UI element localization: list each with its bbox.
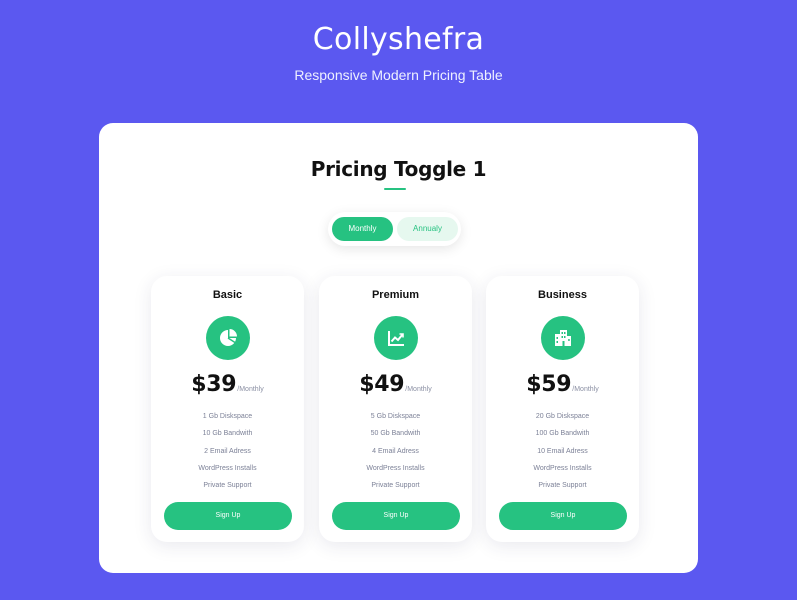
feature-item: WordPress Installs [366, 464, 425, 472]
plan-price: $59 [526, 372, 572, 397]
billing-toggle: Monthly Annualy [328, 212, 461, 246]
feature-item: 2 Email Adress [204, 447, 251, 455]
feature-item: 5 Gb Diskspace [370, 413, 421, 420]
price-row: $49/Monthly [319, 372, 472, 397]
building-icon [541, 316, 585, 360]
feature-item: 10 Email Adress [537, 447, 588, 455]
sign-up-button[interactable]: Sign Up [332, 502, 460, 530]
feature-item: WordPress Installs [533, 464, 592, 472]
site-subtitle: Responsive Modern Pricing Table [294, 67, 503, 83]
plan-period: /Monthly [237, 386, 264, 393]
sign-up-button[interactable]: Sign Up [164, 502, 292, 530]
plan-price: $39 [191, 372, 237, 397]
pricing-panel: Pricing Toggle 1 Monthly Annualy Basic $… [99, 123, 698, 573]
feature-item: Private Support [203, 482, 252, 490]
feature-item: Private Support [538, 482, 587, 490]
feature-item: 100 Gb Bandwith [535, 430, 590, 438]
plan-name: Business [538, 289, 587, 301]
plan-name: Basic [212, 289, 243, 301]
sign-up-button[interactable]: Sign Up [499, 502, 627, 530]
plan-period: /Monthly [572, 386, 599, 393]
pricing-card-premium: Premium $49/Monthly 5 Gb Diskspace 50 Gb… [319, 276, 472, 542]
feature-item: 1 Gb Diskspace [202, 413, 253, 420]
feature-item: 10 Gb Bandwith [202, 430, 253, 438]
toggle-annually-button[interactable]: Annualy [397, 217, 458, 241]
title-underline [384, 188, 406, 190]
price-row: $39/Monthly [151, 372, 304, 397]
plan-price: $49 [359, 372, 405, 397]
feature-list: 20 Gb Diskspace 100 Gb Bandwith 10 Email… [486, 408, 639, 494]
plan-period: /Monthly [405, 386, 432, 393]
trending-chart-icon [374, 316, 418, 360]
site-title: Collyshefra [312, 22, 485, 57]
feature-list: 5 Gb Diskspace 50 Gb Bandwith 4 Email Ad… [319, 408, 472, 494]
feature-item: 4 Email Adress [372, 447, 419, 455]
feature-list: 1 Gb Diskspace 10 Gb Bandwith 2 Email Ad… [151, 408, 304, 494]
feature-item: WordPress Installs [198, 464, 257, 472]
pie-chart-icon [206, 316, 250, 360]
plan-name: Premium [371, 289, 420, 301]
price-row: $59/Monthly [486, 372, 639, 397]
feature-item: Private Support [371, 482, 420, 490]
feature-item: 20 Gb Diskspace [535, 413, 590, 420]
section-title: Pricing Toggle 1 [310, 157, 487, 181]
pricing-card-basic: Basic $39/Monthly 1 Gb Diskspace 10 Gb B… [151, 276, 304, 542]
feature-item: 50 Gb Bandwith [370, 430, 421, 438]
pricing-card-business: Business $59/Monthly 20 Gb Diskspace 100… [486, 276, 639, 542]
toggle-monthly-button[interactable]: Monthly [332, 217, 393, 241]
